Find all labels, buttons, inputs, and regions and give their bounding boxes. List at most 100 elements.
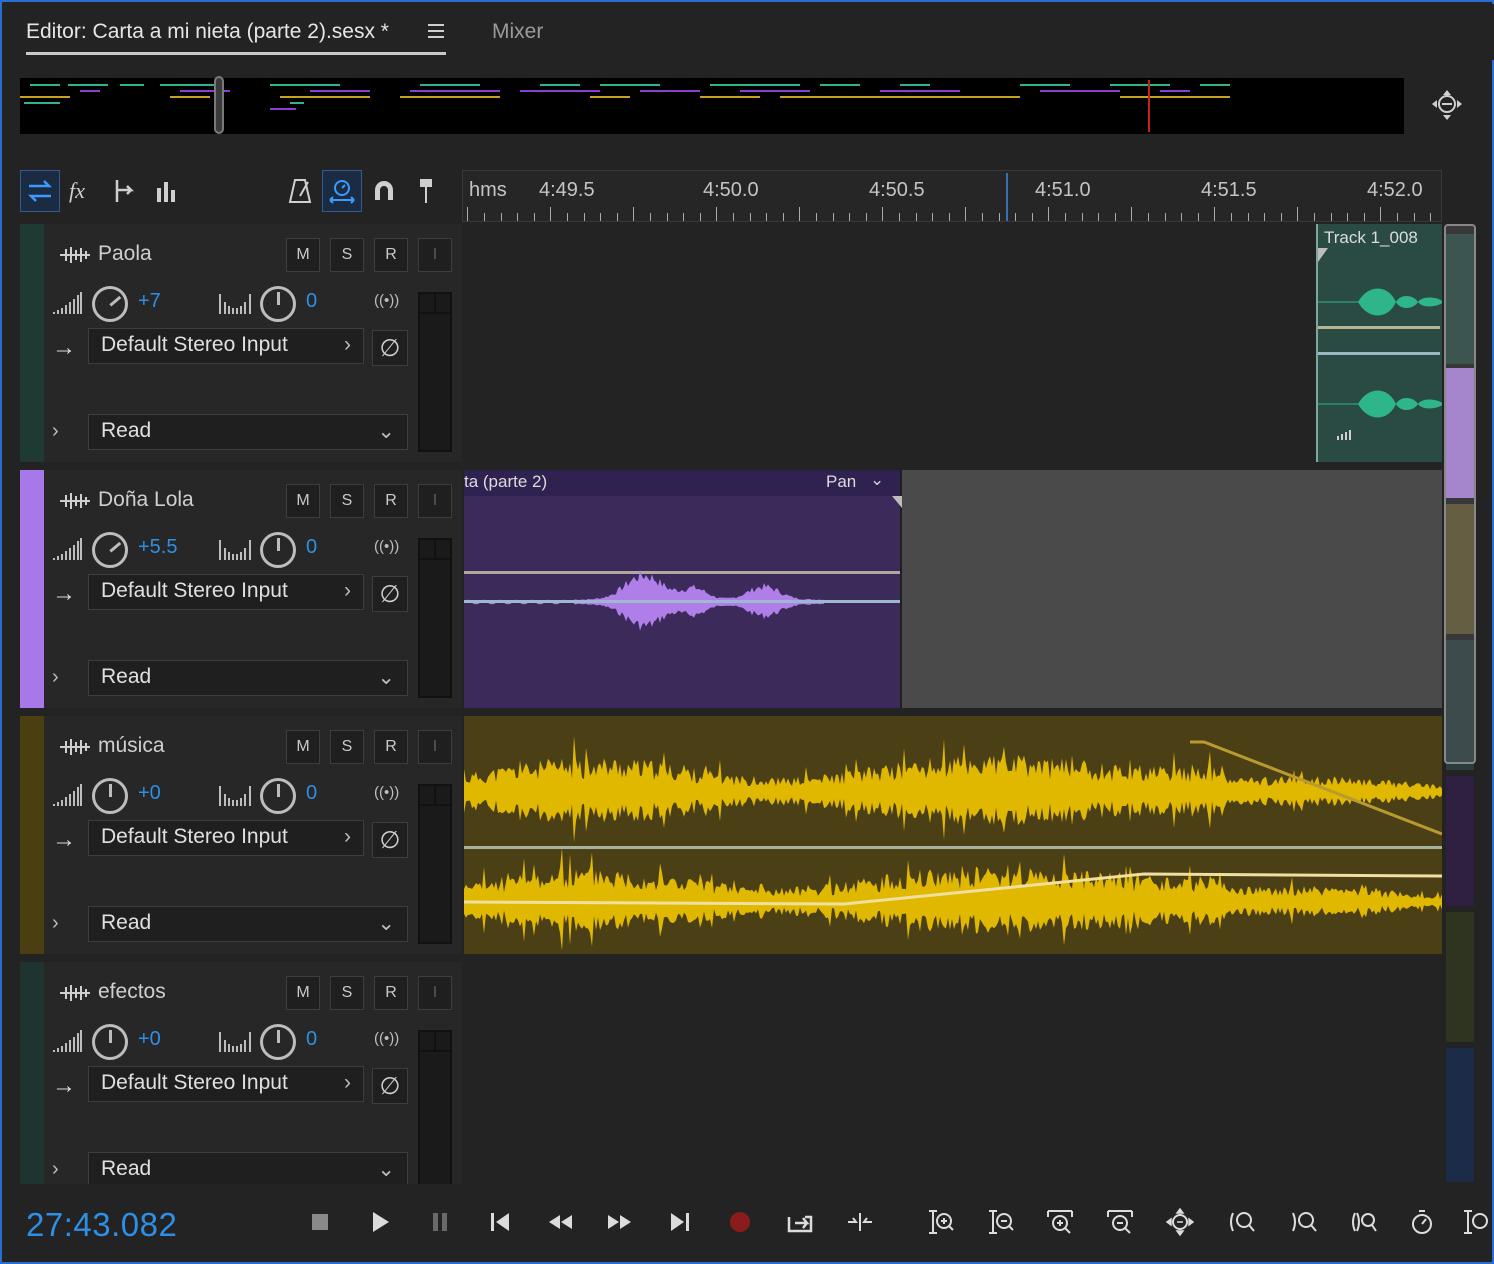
pan-knob[interactable] bbox=[260, 778, 296, 814]
record-arm-button[interactable]: R bbox=[374, 976, 408, 1010]
phase-invert-button[interactable]: ∅ bbox=[372, 330, 408, 366]
stop-button[interactable] bbox=[302, 1204, 338, 1240]
sends-tool[interactable] bbox=[104, 170, 144, 212]
track-color-strip[interactable] bbox=[20, 962, 44, 1184]
record-arm-button[interactable]: R bbox=[374, 484, 408, 518]
volume-knob[interactable] bbox=[92, 778, 128, 814]
marker-pin-icon[interactable] bbox=[406, 170, 446, 212]
track-name[interactable]: efectos bbox=[98, 980, 166, 1004]
zoom-selection-both-icon[interactable] bbox=[1346, 1204, 1382, 1240]
zoom-navigator-icon[interactable] bbox=[1430, 88, 1464, 122]
volume-value[interactable]: +7 bbox=[138, 290, 161, 313]
pan-value[interactable]: 0 bbox=[306, 290, 317, 313]
zoom-out-time-icon[interactable] bbox=[1102, 1204, 1138, 1240]
chevron-down-icon[interactable]: ⌄ bbox=[870, 470, 884, 490]
monitor-input-button[interactable]: I bbox=[418, 976, 452, 1010]
zoom-out-amplitude-icon[interactable] bbox=[982, 1204, 1018, 1240]
automation-param-select[interactable]: Pan bbox=[826, 472, 856, 492]
volume-knob[interactable] bbox=[92, 1024, 128, 1060]
solo-button[interactable]: S bbox=[330, 484, 364, 518]
solo-button[interactable]: S bbox=[330, 976, 364, 1010]
mute-button[interactable]: M bbox=[286, 976, 320, 1010]
phase-invert-button[interactable]: ∅ bbox=[372, 822, 408, 858]
volume-value[interactable]: +0 bbox=[138, 782, 161, 805]
play-button[interactable] bbox=[362, 1204, 398, 1240]
audio-clip[interactable]: Track 1_008 bbox=[1316, 224, 1442, 462]
time-selection-tool[interactable] bbox=[322, 170, 362, 212]
pan-value[interactable]: 0 bbox=[306, 536, 317, 559]
input-select[interactable]: Default Stereo Input › bbox=[88, 574, 364, 610]
clip-waveform[interactable] bbox=[464, 716, 1442, 954]
zoom-to-playhead-icon[interactable] bbox=[1404, 1204, 1440, 1240]
stereo-icon[interactable]: ((•)) bbox=[374, 292, 399, 309]
automation-mode-select[interactable]: Read ⌄ bbox=[88, 906, 408, 942]
stereo-icon[interactable]: ((•)) bbox=[374, 538, 399, 555]
monitor-input-button[interactable]: I bbox=[418, 238, 452, 272]
metronome-icon[interactable] bbox=[280, 170, 320, 212]
phase-invert-button[interactable]: ∅ bbox=[372, 1068, 408, 1104]
solo-button[interactable]: S bbox=[330, 730, 364, 764]
input-select[interactable]: Default Stereo Input › bbox=[88, 820, 364, 856]
expand-chevron-icon[interactable]: › bbox=[52, 420, 59, 443]
zoom-tracks-icon[interactable] bbox=[1460, 1204, 1490, 1240]
expand-chevron-icon[interactable]: › bbox=[52, 666, 59, 689]
track-color-strip[interactable] bbox=[20, 470, 44, 708]
record-arm-button[interactable]: R bbox=[374, 238, 408, 272]
current-time-display[interactable]: 27:43.082 bbox=[26, 1206, 177, 1244]
track-name[interactable]: Doña Lola bbox=[98, 488, 194, 512]
rewind-button[interactable] bbox=[542, 1204, 578, 1240]
record-arm-button[interactable]: R bbox=[374, 730, 408, 764]
pan-knob[interactable] bbox=[260, 286, 296, 322]
track-name[interactable]: música bbox=[98, 734, 165, 758]
scroll-thumb[interactable] bbox=[1444, 224, 1476, 764]
overview-scroll-handle[interactable] bbox=[214, 76, 224, 134]
expand-chevron-icon[interactable]: › bbox=[52, 1158, 59, 1181]
phase-invert-button[interactable]: ∅ bbox=[372, 576, 408, 612]
stereo-icon[interactable]: ((•)) bbox=[374, 1030, 399, 1047]
pan-knob[interactable] bbox=[260, 1024, 296, 1060]
mute-button[interactable]: M bbox=[286, 484, 320, 518]
automation-mode-select[interactable]: Read ⌄ bbox=[88, 1152, 408, 1184]
go-to-start-button[interactable] bbox=[482, 1204, 518, 1240]
volume-value[interactable]: +0 bbox=[138, 1028, 161, 1051]
solo-button[interactable]: S bbox=[330, 238, 364, 272]
zoom-out-full-icon[interactable] bbox=[1162, 1204, 1198, 1240]
mute-button[interactable]: M bbox=[286, 238, 320, 272]
pan-knob[interactable] bbox=[260, 532, 296, 568]
volume-value[interactable]: +5.5 bbox=[138, 536, 177, 559]
vertical-scrollbar[interactable] bbox=[1444, 224, 1476, 1184]
zoom-to-selection-out-icon[interactable] bbox=[1286, 1204, 1322, 1240]
mute-button[interactable]: M bbox=[286, 730, 320, 764]
track-name[interactable]: Paola bbox=[98, 242, 152, 266]
track-lane[interactable]: ta (parte 2) Pan ⌄ bbox=[464, 470, 1442, 708]
fast-forward-button[interactable] bbox=[602, 1204, 638, 1240]
tab-mixer[interactable]: Mixer bbox=[492, 20, 543, 44]
audio-clip[interactable]: ta (parte 2) Pan ⌄ bbox=[464, 470, 902, 708]
skip-selection-button[interactable] bbox=[842, 1204, 878, 1240]
go-to-end-button[interactable] bbox=[662, 1204, 698, 1240]
automation-mode-select[interactable]: Read ⌄ bbox=[88, 414, 408, 450]
input-select[interactable]: Default Stereo Input › bbox=[88, 328, 364, 364]
track-lane[interactable]: Track 1_008 bbox=[464, 224, 1442, 462]
loop-playback-button[interactable] bbox=[782, 1204, 818, 1240]
tab-editor[interactable]: Editor: Carta a mi nieta (parte 2).sesx … bbox=[26, 20, 389, 44]
track-lane[interactable] bbox=[464, 962, 1442, 1184]
monitor-input-button[interactable]: I bbox=[418, 730, 452, 764]
monitor-input-button[interactable]: I bbox=[418, 484, 452, 518]
eq-tool[interactable] bbox=[146, 170, 186, 212]
pause-button[interactable] bbox=[422, 1204, 458, 1240]
expand-chevron-icon[interactable]: › bbox=[52, 912, 59, 935]
pan-value[interactable]: 0 bbox=[306, 782, 317, 805]
zoom-in-amplitude-icon[interactable] bbox=[922, 1204, 958, 1240]
snap-magnet-icon[interactable] bbox=[364, 170, 404, 212]
automation-mode-select[interactable]: Read ⌄ bbox=[88, 660, 408, 696]
zoom-to-selection-in-icon[interactable] bbox=[1224, 1204, 1260, 1240]
effects-rack-tool[interactable]: fx bbox=[62, 170, 102, 212]
session-overview[interactable] bbox=[20, 78, 1404, 134]
input-select[interactable]: Default Stereo Input › bbox=[88, 1066, 364, 1102]
stereo-icon[interactable]: ((•)) bbox=[374, 784, 399, 801]
track-color-strip[interactable] bbox=[20, 224, 44, 462]
pan-value[interactable]: 0 bbox=[306, 1028, 317, 1051]
panel-menu-icon[interactable] bbox=[428, 24, 444, 38]
track-lane[interactable] bbox=[464, 716, 1442, 954]
